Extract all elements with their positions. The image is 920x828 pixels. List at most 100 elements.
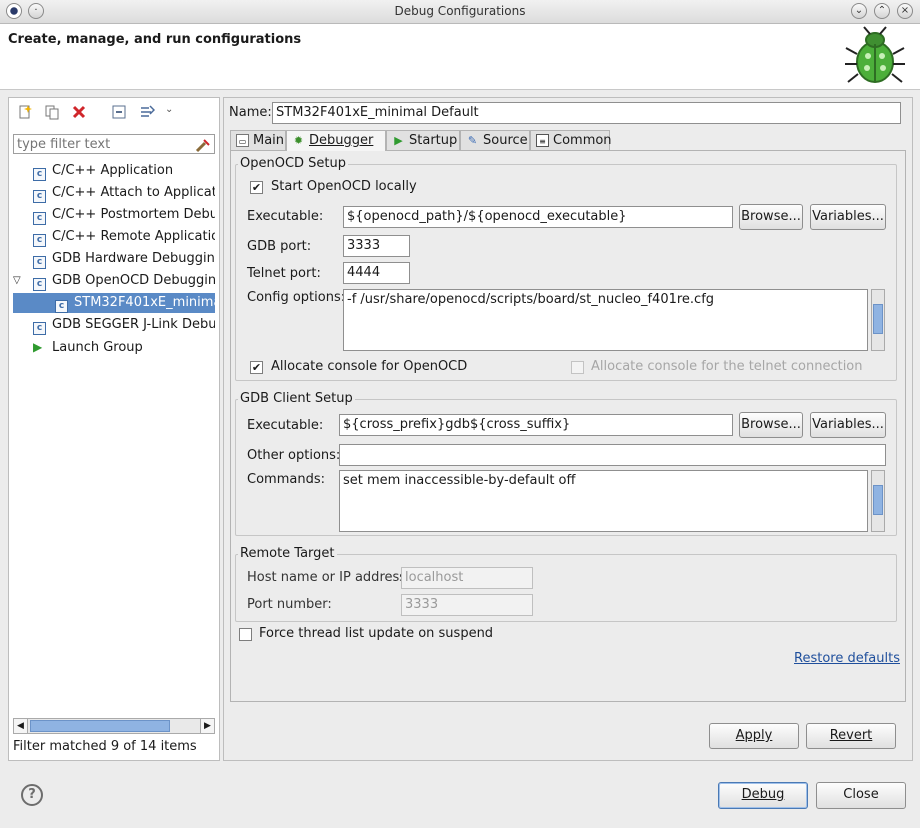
- allocate-console-label: Allocate console for OpenOCD: [271, 359, 468, 374]
- revert-button[interactable]: Revert: [806, 723, 896, 749]
- run-icon: ▶: [394, 134, 403, 147]
- tree-item[interactable]: c C/C++ Postmortem Debugger: [9, 205, 215, 225]
- filter-status: Filter matched 9 of 14 items: [13, 739, 197, 754]
- force-thread-label: Force thread list update on suspend: [259, 626, 494, 641]
- port-number-field: 3333: [401, 594, 533, 616]
- remote-target-group: Remote Target Host name or IP address: l…: [235, 546, 897, 622]
- tree-item-label: GDB SEGGER J-Link Debugging: [52, 317, 215, 332]
- name-label: Name:: [229, 105, 272, 120]
- config-options-scrollbar[interactable]: [871, 289, 885, 351]
- common-icon: ≡: [536, 134, 549, 147]
- delete-config-icon[interactable]: [71, 104, 87, 120]
- duplicate-config-icon[interactable]: [44, 104, 60, 120]
- c-config-icon: c: [33, 234, 46, 247]
- tree-horizontal-scrollbar[interactable]: ◀ ▶: [13, 718, 215, 734]
- tab-startup[interactable]: ▶ Startup: [386, 130, 460, 150]
- host-label: Host name or IP address:: [247, 570, 411, 585]
- host-field: localhost: [401, 567, 533, 589]
- close-button[interactable]: Close: [816, 782, 906, 809]
- gdb-executable-label: Executable:: [247, 418, 324, 433]
- allocate-telnet-label: Allocate console for the telnet connecti…: [591, 359, 863, 374]
- header-title: Create, manage, and run configurations: [8, 32, 302, 47]
- gdb-variables-button[interactable]: Variables...: [810, 412, 886, 438]
- filter-config-icon[interactable]: [139, 104, 155, 120]
- title-bar: · Debug Configurations ⌄ ⌃ ×: [0, 0, 920, 24]
- expand-toggle-icon[interactable]: ▽: [13, 271, 21, 291]
- openocd-setup-group: OpenOCD Setup ✔ Start OpenOCD locally Ex…: [235, 156, 897, 381]
- scroll-left-icon[interactable]: ◀: [14, 719, 28, 733]
- tree-item-label: C/C++ Remote Application: [52, 229, 215, 244]
- c-config-icon: c: [33, 212, 46, 225]
- c-config-icon: c: [33, 256, 46, 269]
- scroll-right-icon[interactable]: ▶: [200, 719, 214, 733]
- clear-filter-icon[interactable]: [195, 137, 211, 153]
- tree-item-label: C/C++ Attach to Application: [52, 185, 215, 200]
- commands-label: Commands:: [247, 472, 325, 487]
- tree-item[interactable]: c C/C++ Remote Application: [9, 227, 215, 247]
- scrollbar-thumb[interactable]: [30, 720, 170, 732]
- view-menu-chevron-icon[interactable]: ⌄: [165, 104, 173, 115]
- other-options-label: Other options:: [247, 448, 341, 463]
- tab-debugger[interactable]: ✹ Debugger: [286, 130, 386, 151]
- main-tab-icon: ▭: [236, 134, 249, 147]
- tree-item[interactable]: c GDB SEGGER J-Link Debugging: [9, 315, 215, 335]
- c-config-icon: c: [33, 168, 46, 181]
- gdb-port-field[interactable]: 3333: [343, 235, 410, 257]
- commands-scroll-thumb[interactable]: [873, 485, 883, 515]
- dialog-header: Create, manage, and run configurations: [0, 24, 920, 90]
- tree-item[interactable]: c GDB Hardware Debugging: [9, 249, 215, 269]
- force-thread-checkbox[interactable]: [239, 628, 252, 641]
- config-editor-panel: Name: STM32F401xE_minimal Default ▭ Main …: [223, 97, 913, 761]
- config-options-scroll-thumb[interactable]: [873, 304, 883, 334]
- openocd-variables-button[interactable]: Variables...: [810, 204, 886, 230]
- start-openocd-checkbox[interactable]: ✔: [250, 181, 263, 194]
- openocd-executable-label: Executable:: [247, 209, 324, 224]
- other-options-field[interactable]: [339, 444, 886, 466]
- c-config-icon: c: [33, 190, 46, 203]
- gdb-port-label: GDB port:: [247, 239, 312, 254]
- collapse-all-icon[interactable]: [111, 104, 127, 120]
- help-icon[interactable]: ?: [21, 784, 43, 806]
- tree-item-selected[interactable]: c STM32F401xE_minimal Default: [13, 293, 215, 313]
- bug-icon: ✹: [293, 134, 304, 147]
- tree-item-label: Launch Group: [52, 340, 143, 355]
- dialog-button-bar: ? Debug Close: [0, 765, 920, 828]
- name-field[interactable]: STM32F401xE_minimal Default: [272, 102, 901, 124]
- commands-field[interactable]: set mem inaccessible-by-default off: [339, 470, 868, 532]
- tab-source[interactable]: ✎ Source: [460, 130, 530, 150]
- telnet-port-field[interactable]: 4444: [343, 262, 410, 284]
- allocate-telnet-checkbox: [571, 361, 584, 374]
- tree-item[interactable]: ▶ Launch Group: [9, 337, 215, 357]
- tab-common[interactable]: ≡ Common: [530, 130, 612, 150]
- config-tree-panel: ⌄ c C/C++ Application c C/C++ Attach to App…: [8, 97, 220, 761]
- close-window-icon[interactable]: ×: [897, 3, 913, 19]
- maximize-icon[interactable]: ⌃: [874, 3, 890, 19]
- debugger-tab-content: OpenOCD Setup ✔ Start OpenOCD locally Ex…: [230, 150, 906, 702]
- allocate-console-checkbox[interactable]: ✔: [250, 361, 263, 374]
- gdb-client-group: GDB Client Setup Executable: ${cross_pre…: [235, 391, 897, 536]
- debug-button[interactable]: Debug: [718, 782, 808, 809]
- filter-input[interactable]: [13, 134, 215, 154]
- start-openocd-label: Start OpenOCD locally: [271, 179, 417, 194]
- openocd-browse-button[interactable]: Browse...: [739, 204, 803, 230]
- apply-button[interactable]: Apply: [709, 723, 799, 749]
- config-options-field[interactable]: -f /usr/share/openocd/scripts/board/st_n…: [343, 289, 868, 351]
- gdb-executable-field[interactable]: ${cross_prefix}gdb${cross_suffix}: [339, 414, 733, 436]
- gdb-browse-button[interactable]: Browse...: [739, 412, 803, 438]
- commands-scrollbar[interactable]: [871, 470, 885, 532]
- config-options-label: Config options:: [247, 290, 346, 305]
- tab-main[interactable]: ▭ Main: [230, 130, 286, 150]
- c-config-icon: c: [33, 322, 46, 335]
- launch-group-icon: ▶: [33, 340, 43, 354]
- new-config-icon[interactable]: [17, 104, 33, 120]
- telnet-port-label: Telnet port:: [247, 266, 321, 281]
- tree-item[interactable]: c C/C++ Attach to Application: [9, 183, 215, 203]
- restore-defaults-link[interactable]: Restore defaults: [794, 651, 900, 666]
- tree-item-label: GDB OpenOCD Debugging: [52, 273, 215, 288]
- tree-item-label: GDB Hardware Debugging: [52, 251, 215, 266]
- tree-item-label: STM32F401xE_minimal Default: [74, 295, 215, 310]
- tree-item[interactable]: c C/C++ Application: [9, 161, 215, 181]
- minimize-icon[interactable]: ⌄: [851, 3, 867, 19]
- openocd-executable-field[interactable]: ${openocd_path}/${openocd_executable}: [343, 206, 733, 228]
- tree-item[interactable]: ▽ c GDB OpenOCD Debugging: [9, 271, 215, 291]
